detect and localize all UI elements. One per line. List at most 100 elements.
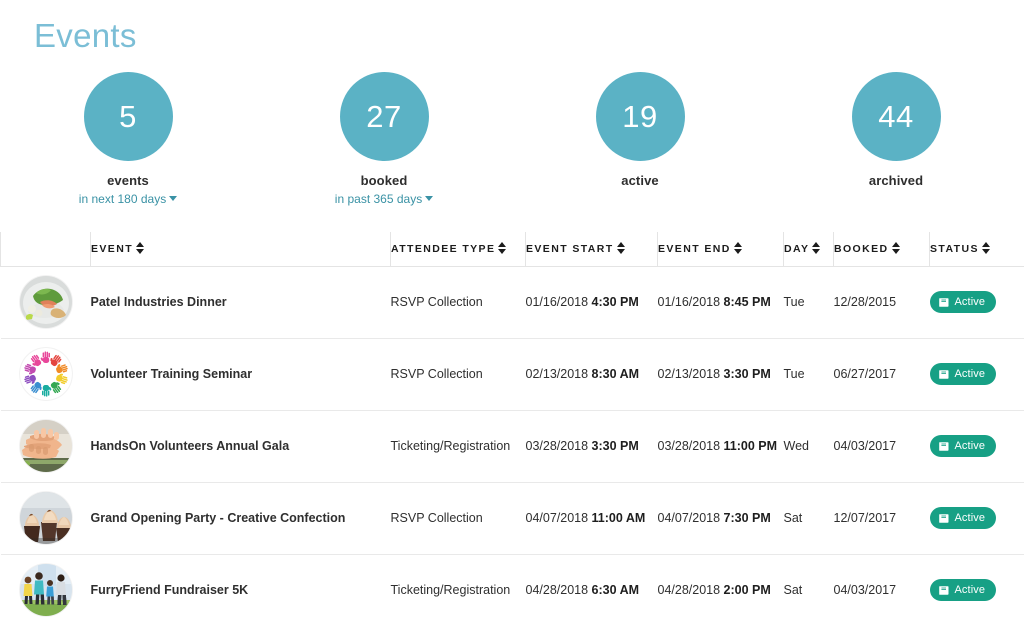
colored-handprints-circle-photo[interactable] [20,348,72,400]
status-badge[interactable]: Active [930,363,997,385]
event-end-time: 2:00 PM [724,583,771,597]
chevron-down-icon[interactable] [425,196,433,201]
stat-label-events: events [107,173,149,188]
status-badge[interactable]: Active [930,579,997,601]
runners-group-photo[interactable] [20,564,72,616]
event-end-cell: 04/07/2018 7:30 PM [658,482,784,554]
event-start-cell: 04/28/2018 6:30 AM [526,554,658,625]
event-day-cell: Tue [784,266,834,338]
stat-label-archived: archived [869,173,923,188]
event-start-time: 4:30 PM [592,295,639,309]
status-badge[interactable]: Active [930,435,997,457]
book-icon [939,513,950,524]
column-header-booked[interactable]: BOOKED [834,232,930,266]
column-header-event-start[interactable]: EVENT START [526,232,658,266]
book-icon [939,585,950,596]
event-end-time: 3:30 PM [724,367,771,381]
sort-icon[interactable] [617,242,626,254]
sort-icon[interactable] [734,242,743,254]
event-name-cell[interactable]: Patel Industries Dinner [91,266,391,338]
stat-range-label: in past 365 days [335,192,422,206]
sort-icon[interactable] [812,242,821,254]
column-header-status-label: STATUS [930,243,979,255]
table-row[interactable]: FurryFriend Fundraiser 5KTicketing/Regis… [1,554,1024,625]
status-badge-label: Active [955,512,986,524]
column-header-booked-label: BOOKED [834,243,889,255]
page-title: Events [34,16,137,56]
stat-value-active[interactable]: 19 [596,72,685,161]
status-badge[interactable]: Active [930,507,997,529]
column-header-event[interactable]: EVENT [91,232,391,266]
stat-label-active: active [621,173,658,188]
stat-range-selector-booked[interactable]: in past 365 days [335,192,433,206]
event-avatar-cell [1,338,91,410]
stat-label-booked: booked [361,173,408,188]
event-end-cell: 03/28/2018 11:00 PM [658,410,784,482]
booked-date-cell: 04/03/2017 [834,554,930,625]
event-day-cell: Wed [784,410,834,482]
table-row[interactable]: Patel Industries DinnerRSVP Collection01… [1,266,1024,338]
attendee-type-cell: Ticketing/Registration [391,410,526,482]
stat-value-archived[interactable]: 44 [852,72,941,161]
column-header-event-label: EVENT [91,243,133,255]
sort-icon[interactable] [136,242,145,254]
event-end-date: 04/28/2018 [658,583,721,597]
event-start-time: 3:30 PM [592,439,639,453]
sort-icon[interactable] [892,242,901,254]
column-header-event-start-label: EVENT START [526,243,614,255]
stat-card-archived: 44 archived [768,72,1024,222]
status-cell: Active [930,338,1024,410]
column-header-avatar [1,232,91,266]
column-header-event-end[interactable]: EVENT END [658,232,784,266]
event-avatar-cell [1,482,91,554]
event-end-cell: 04/28/2018 2:00 PM [658,554,784,625]
table-row[interactable]: Volunteer Training SeminarRSVP Collectio… [1,338,1024,410]
stat-value-booked[interactable]: 27 [340,72,429,161]
table-row[interactable]: HandsOn Volunteers Annual GalaTicketing/… [1,410,1024,482]
status-badge-label: Active [955,368,986,380]
event-name-cell[interactable]: Grand Opening Party - Creative Confectio… [91,482,391,554]
stat-card-booked: 27 booked in past 365 days [256,72,512,222]
table-row[interactable]: Grand Opening Party - Creative Confectio… [1,482,1024,554]
status-badge[interactable]: Active [930,291,997,313]
sort-icon[interactable] [982,242,991,254]
attendee-type-cell: Ticketing/Registration [391,554,526,625]
events-table-body: Patel Industries DinnerRSVP Collection01… [1,266,1024,625]
booked-date-cell: 12/28/2015 [834,266,930,338]
event-start-date: 04/28/2018 [526,583,589,597]
stat-range-label: in next 180 days [79,192,166,206]
event-day-cell: Tue [784,338,834,410]
sort-icon[interactable] [498,242,507,254]
event-name-cell[interactable]: HandsOn Volunteers Annual Gala [91,410,391,482]
stat-value-events[interactable]: 5 [84,72,173,161]
plated-salmon-salad-photo[interactable] [20,276,72,328]
booked-date-cell: 12/07/2017 [834,482,930,554]
status-badge-label: Active [955,440,986,452]
event-day-cell: Sat [784,482,834,554]
column-header-day[interactable]: DAY [784,232,834,266]
status-cell: Active [930,266,1024,338]
event-start-date: 03/28/2018 [526,439,589,453]
stat-range-selector-events[interactable]: in next 180 days [79,192,177,206]
event-start-cell: 02/13/2018 8:30 AM [526,338,658,410]
event-end-cell: 02/13/2018 3:30 PM [658,338,784,410]
chevron-down-icon[interactable] [169,196,177,201]
event-name-cell[interactable]: Volunteer Training Seminar [91,338,391,410]
event-end-time: 8:45 PM [724,295,771,309]
booked-date-cell: 04/03/2017 [834,410,930,482]
stacked-hands-photo[interactable] [20,420,72,472]
cupcakes-photo[interactable] [20,492,72,544]
column-header-event-end-label: EVENT END [658,243,731,255]
status-cell: Active [930,554,1024,625]
events-page: Events 5 events in next 180 days 27 booked in… [0,0,1024,625]
column-header-attendee-type[interactable]: ATTENDEE TYPE [391,232,526,266]
status-cell: Active [930,482,1024,554]
book-icon [939,297,950,308]
event-end-cell: 01/16/2018 8:45 PM [658,266,784,338]
event-end-date: 02/13/2018 [658,367,721,381]
status-badge-label: Active [955,584,986,596]
event-start-date: 01/16/2018 [526,295,589,309]
column-header-status[interactable]: STATUS [930,232,1024,266]
event-name-cell[interactable]: FurryFriend Fundraiser 5K [91,554,391,625]
event-avatar-cell [1,266,91,338]
